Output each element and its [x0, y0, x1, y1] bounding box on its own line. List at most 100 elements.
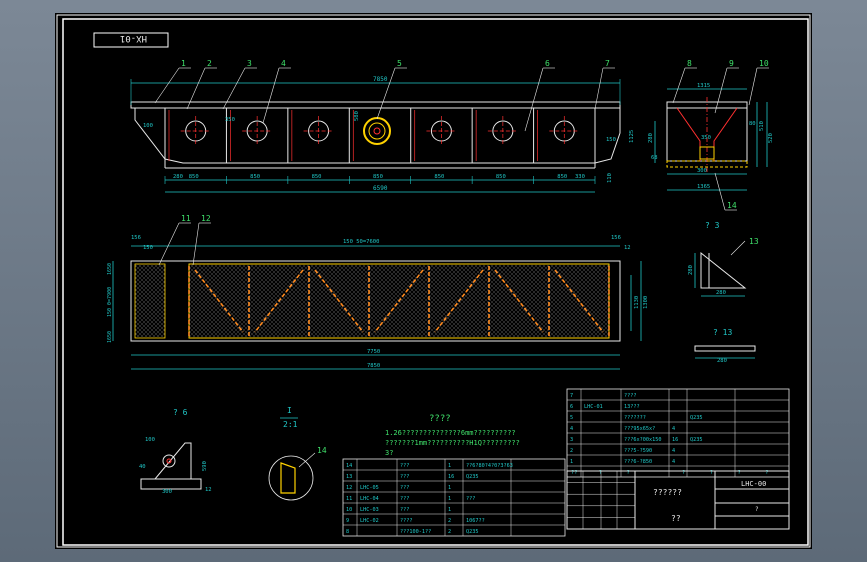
- side-right-dim-1: 510: [759, 121, 765, 131]
- cell-name: ???95x65x?: [624, 426, 655, 432]
- callout-1: 1: [181, 59, 186, 68]
- bay-dim: 850: [557, 174, 567, 180]
- cad-viewport: HX-01 850 850 850 850 850 850 850 7850 280 330…: [0, 0, 867, 562]
- detail-c[interactable]: ? 6 100 40 300 590 12: [139, 408, 212, 495]
- title-block: ?????? ?? LHC-00 ?: [566, 470, 790, 530]
- cell-name: ????: [400, 518, 413, 524]
- callout-12: 12: [201, 214, 211, 223]
- plan-view[interactable]: 150 50=7600 156 150 156 12 1650 150 0=79…: [107, 214, 649, 370]
- dim-1125: 1125: [629, 130, 635, 143]
- cell-name: ???: [400, 496, 409, 502]
- dim-580: 580: [354, 111, 360, 121]
- dim-350: 350: [225, 117, 235, 123]
- cell-mat: ??6?80?4?0?3?63: [466, 463, 513, 469]
- leader-line: [192, 222, 200, 266]
- cell-name: 13???: [624, 404, 640, 410]
- plan-bottom-dim-2: 7850: [367, 363, 380, 369]
- side-bottom-dim-a: 300: [697, 168, 707, 174]
- callout-4: 4: [281, 59, 286, 68]
- scale-label: ?: [755, 506, 759, 513]
- cell-qty: 4: [672, 448, 675, 454]
- bay-dim: 850: [189, 174, 199, 180]
- callout-10: 10: [759, 59, 769, 68]
- detail-a-dim-1: 280: [688, 265, 694, 275]
- cell-no: 1: [570, 459, 573, 465]
- drawing-canvas[interactable]: HX-01 850 850 850 850 850 850 850 7850 280 330…: [55, 13, 812, 549]
- leader-line: [154, 67, 180, 104]
- cell-no: 8: [346, 529, 349, 535]
- cell-mat: Q235: [466, 529, 479, 535]
- callout-13: 13: [749, 237, 759, 246]
- callout-3: 3: [247, 59, 252, 68]
- bay-dim: 850: [496, 174, 506, 180]
- notes-heading: ????: [429, 414, 451, 424]
- leader-line: [672, 67, 686, 104]
- detail-d[interactable]: I 2:1 14: [268, 406, 327, 501]
- cell-qty: 1: [448, 485, 451, 491]
- plan-left-dim-3: 1650: [107, 331, 113, 343]
- cell-qty: 16: [448, 474, 454, 480]
- callout-2: 2: [207, 59, 212, 68]
- drawing-sheet[interactable]: HX-01 850 850 850 850 850 850 850 7850 280 330…: [55, 13, 812, 549]
- cell-name: ???: [400, 507, 409, 513]
- cell-code: LHC-03: [360, 507, 379, 513]
- front-end-right-dim: 330: [575, 174, 585, 180]
- side-right-dim-2: 520: [768, 133, 774, 143]
- cell-name: ???????: [624, 415, 646, 421]
- title-cell: ??????: [653, 488, 682, 497]
- front-elevation[interactable]: 850 850 850 850 850 850 850 7850 280 330 6590 …: [130, 59, 635, 193]
- cell-qty: 4: [672, 426, 675, 432]
- detail-a[interactable]: ? 3 280 280 13: [688, 221, 759, 297]
- side-bottom-dim-b: 1365: [697, 184, 710, 190]
- cell-code: LHC-04: [360, 496, 379, 502]
- callout-7: 7: [605, 59, 610, 68]
- leader-line: [714, 67, 728, 114]
- bay-dim: 850: [373, 174, 383, 180]
- cell-no: 5: [570, 415, 573, 421]
- dim-150: 150: [606, 137, 616, 143]
- detail-a-dim-2: 280: [716, 290, 726, 296]
- cell-mat: 1067??: [466, 518, 485, 524]
- front-overall-top-dim: 7850: [373, 76, 388, 83]
- cell-no: 4: [570, 426, 573, 432]
- plan-top-right-dim-2: 12: [624, 245, 631, 251]
- cell-no: 10: [346, 507, 352, 513]
- callout-8: 8: [687, 59, 692, 68]
- cell-no: 2: [570, 448, 573, 454]
- parts-list-right: 7 ???? 6 LHC-01 13??? 5??????? Q235 4 ???95x65x?…: [566, 388, 790, 478]
- cell-no: 14: [346, 463, 352, 469]
- plan-right-dim-2: 1300: [643, 296, 649, 309]
- cell-name: ???6-?850: [624, 459, 652, 465]
- detail-b-dim: 280: [717, 358, 727, 364]
- notes-line-3: 3?: [385, 449, 393, 457]
- cell-name: ???5-?590: [624, 448, 652, 454]
- cell-no: 7: [570, 393, 573, 399]
- parts-list-left: 14??? 1 ??6?80?4?0?3?63 13??? 16 Q235 1 2 LHC-05…: [342, 458, 566, 537]
- technical-notes: ???? 1.26??????????????6mm?????????? ???…: [385, 414, 520, 457]
- cell-mat: ???: [466, 496, 475, 502]
- cell-mat: Q235: [690, 437, 703, 443]
- plan-left-dim-1: 1650: [107, 263, 113, 275]
- cell-qty: 1: [448, 496, 451, 502]
- bay-dim: 850: [250, 174, 260, 180]
- cell-code: LHC-05: [360, 485, 379, 491]
- cell-name: ???: [400, 485, 409, 491]
- detail-c-dim-5: 12: [205, 487, 212, 493]
- leader-line: [714, 172, 726, 211]
- detail-c-label: ? 6: [173, 408, 188, 417]
- side-elevation[interactable]: 1315 300 1365 510 520 280 350 80 68 8 9 10…: [648, 59, 774, 211]
- plan-top-right-dim-1: 156: [611, 235, 621, 241]
- cell-name: ????: [624, 393, 637, 399]
- side-inner-350: 350: [701, 135, 711, 141]
- leader-line: [158, 222, 180, 266]
- cell-no: 13: [346, 474, 352, 480]
- plan-bottom-dim-1: 7750: [367, 349, 380, 355]
- cell-no: 11: [346, 496, 352, 502]
- detail-a-label: ? 3: [705, 221, 720, 230]
- front-end-left-dim: 280: [173, 174, 183, 180]
- cell-qty: 2: [448, 529, 451, 535]
- detail-c-dim-2: 40: [139, 464, 146, 470]
- plan-top-dim: 150 50=7600: [343, 239, 379, 245]
- detail-b[interactable]: ? 13 280: [694, 328, 756, 364]
- cell-qty: 1: [448, 507, 451, 513]
